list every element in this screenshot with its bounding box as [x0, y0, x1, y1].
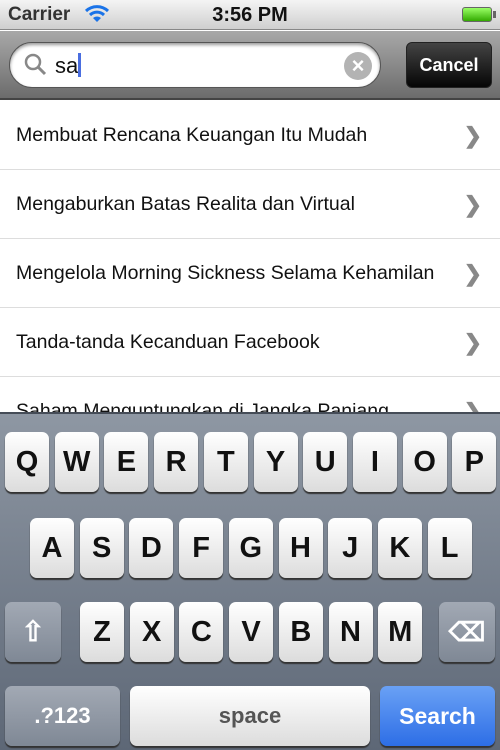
clear-icon[interactable]: ×	[344, 52, 372, 80]
key-g[interactable]: G	[228, 518, 273, 578]
chevron-right-icon: ❯	[463, 123, 482, 148]
backspace-key[interactable]: ⌫	[439, 602, 495, 662]
key-t[interactable]: T	[203, 432, 248, 492]
item-title: Tanda-tanda Kecanduan Facebook	[16, 331, 320, 353]
key-q[interactable]: Q	[5, 432, 49, 492]
battery-icon	[462, 7, 492, 22]
shift-icon: ⇧	[21, 616, 45, 647]
key-h[interactable]: H	[278, 518, 323, 578]
search-input[interactable]: sa ×	[9, 42, 381, 88]
shift-key[interactable]: ⇧	[5, 602, 61, 662]
key-b[interactable]: B	[278, 602, 323, 662]
key-i[interactable]: I	[352, 432, 397, 492]
cancel-button[interactable]: Cancel	[406, 42, 492, 88]
status-bar: Carrier 3:56 PM	[0, 0, 500, 30]
text-caret	[78, 53, 82, 77]
key-p[interactable]: P	[452, 432, 497, 492]
list-item[interactable]: Mengaburkan Batas Realita dan Virtual ❯	[0, 170, 500, 239]
key-j[interactable]: J	[328, 518, 373, 578]
item-title: Mengelola Morning Sickness Selama Kehami…	[16, 262, 435, 284]
key-y[interactable]: Y	[253, 432, 298, 492]
key-z[interactable]: Z	[80, 602, 124, 662]
backspace-icon: ⌫	[448, 617, 486, 647]
key-v[interactable]: V	[229, 602, 274, 662]
key-o[interactable]: O	[402, 432, 447, 492]
key-l[interactable]: L	[427, 518, 472, 578]
key-n[interactable]: N	[328, 602, 373, 662]
list-item[interactable]: Tanda-tanda Kecanduan Facebook ❯	[0, 308, 500, 377]
chevron-right-icon: ❯	[463, 330, 482, 355]
key-e[interactable]: E	[104, 432, 149, 492]
battery-nub	[493, 11, 496, 18]
search-key[interactable]: Search	[380, 686, 495, 746]
chevron-right-icon: ❯	[463, 192, 482, 217]
key-u[interactable]: U	[303, 432, 348, 492]
space-key[interactable]: space	[130, 686, 370, 746]
key-s[interactable]: S	[79, 518, 124, 578]
key-w[interactable]: W	[54, 432, 99, 492]
item-title: Mengaburkan Batas Realita dan Virtual	[16, 193, 355, 215]
key-c[interactable]: C	[179, 602, 224, 662]
key-f[interactable]: F	[179, 518, 224, 578]
key-x[interactable]: X	[129, 602, 174, 662]
search-bar: sa × Cancel	[0, 31, 500, 100]
results-list: Membuat Rencana Keuangan Itu Mudah ❯ Menga…	[0, 101, 500, 446]
chevron-right-icon: ❯	[463, 261, 482, 286]
key-r[interactable]: R	[154, 432, 199, 492]
key-k[interactable]: K	[377, 518, 422, 578]
keyboard: Q W E R T Y U I O P A S D F G H J K L Z X C V B N M ⇧ ⌫ .?123 space Se…	[0, 412, 500, 750]
item-title: Membuat Rencana Keuangan Itu Mudah	[16, 124, 368, 146]
search-icon	[24, 53, 47, 76]
clock: 3:56 PM	[212, 4, 288, 26]
search-query: sa	[55, 53, 79, 78]
key-m[interactable]: M	[378, 602, 423, 662]
numbers-key[interactable]: .?123	[5, 686, 120, 746]
key-d[interactable]: D	[129, 518, 174, 578]
list-item[interactable]: Mengelola Morning Sickness Selama Kehami…	[0, 239, 500, 308]
list-item[interactable]: Membuat Rencana Keuangan Itu Mudah ❯	[0, 101, 500, 170]
key-a[interactable]: A	[30, 518, 74, 578]
